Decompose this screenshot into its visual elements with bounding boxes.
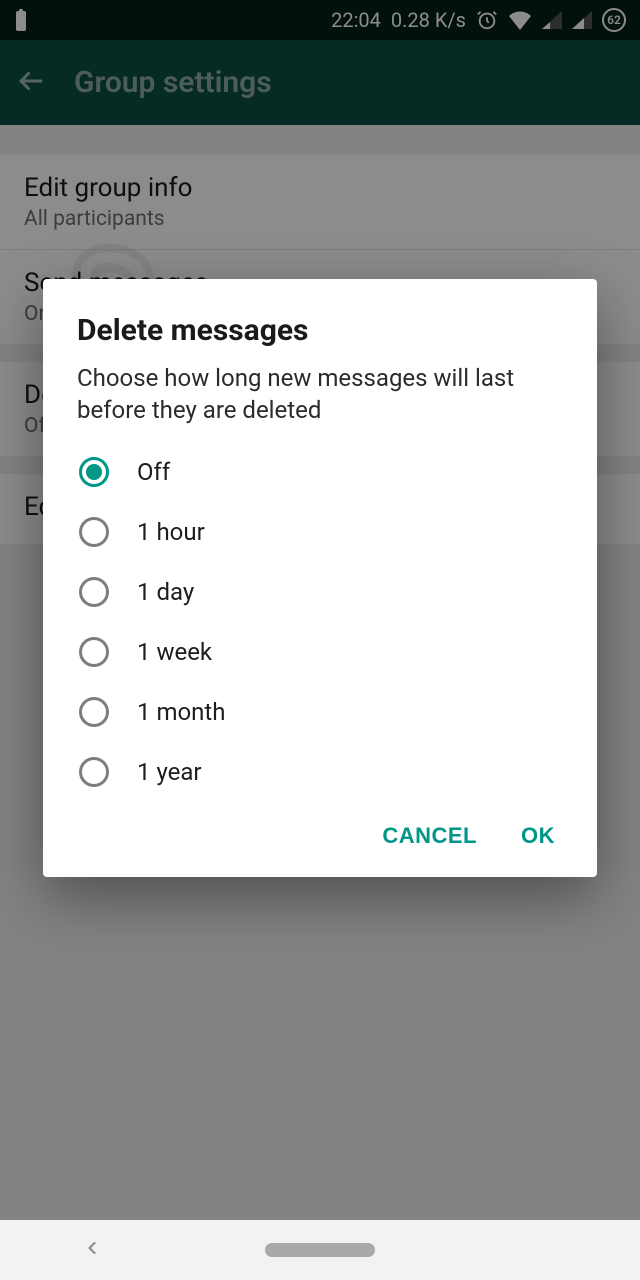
radio-label: 1 month: [137, 698, 226, 726]
system-nav-bar: [0, 1220, 640, 1280]
radio-option-1-day[interactable]: 1 day: [79, 577, 563, 607]
radio-icon: [79, 637, 109, 667]
radio-option-1-week[interactable]: 1 week: [79, 637, 563, 667]
dialog-message: Choose how long new messages will last b…: [77, 362, 563, 427]
radio-icon: [79, 577, 109, 607]
radio-icon: [79, 697, 109, 727]
radio-option-off[interactable]: Off: [79, 457, 563, 487]
ok-button[interactable]: OK: [521, 823, 555, 849]
nav-back-icon[interactable]: [82, 1238, 102, 1262]
radio-label: Off: [137, 458, 170, 486]
radio-label: 1 year: [137, 758, 202, 786]
nav-home-pill[interactable]: [265, 1243, 375, 1257]
dialog-title: Delete messages: [77, 313, 563, 348]
radio-icon: [79, 757, 109, 787]
dialog-options: Off 1 hour 1 day 1 week 1 month 1 year: [79, 457, 563, 787]
cancel-button[interactable]: CANCEL: [382, 823, 477, 849]
radio-option-1-year[interactable]: 1 year: [79, 757, 563, 787]
radio-label: 1 day: [137, 578, 194, 606]
radio-option-1-month[interactable]: 1 month: [79, 697, 563, 727]
radio-label: 1 hour: [137, 518, 205, 546]
radio-icon: [79, 517, 109, 547]
radio-icon: [79, 457, 109, 487]
radio-label: 1 week: [137, 638, 212, 666]
radio-option-1-hour[interactable]: 1 hour: [79, 517, 563, 547]
delete-messages-dialog: Delete messages Choose how long new mess…: [43, 279, 597, 877]
